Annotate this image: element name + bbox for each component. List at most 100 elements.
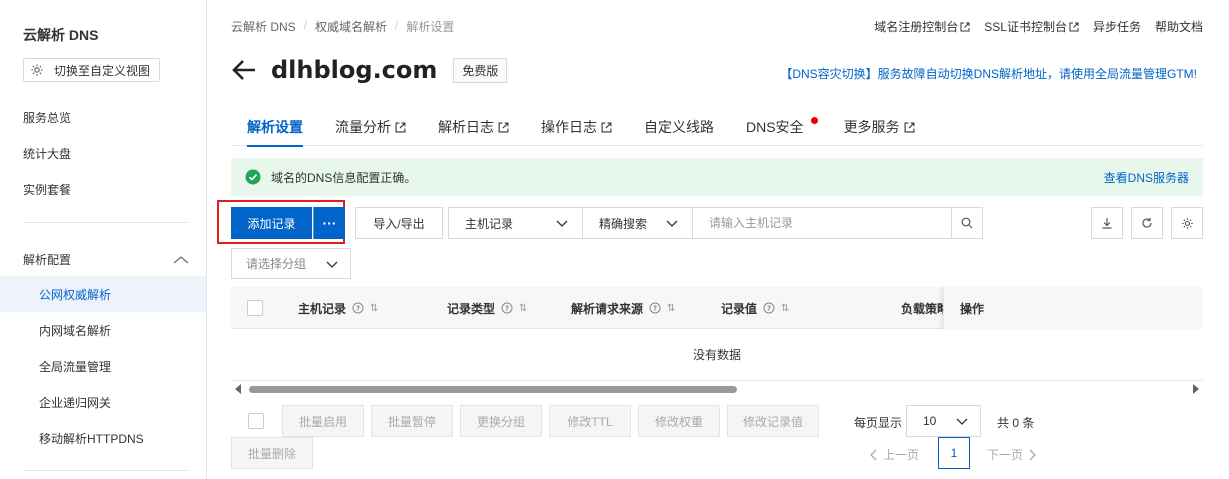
tab-traffic-analysis[interactable]: 流量分析 (319, 108, 422, 146)
sort-icon[interactable]: ⇅ (519, 303, 527, 314)
chevron-left-icon (870, 449, 877, 460)
back-arrow-icon[interactable] (231, 57, 257, 83)
sort-icon[interactable]: ⇅ (370, 303, 378, 314)
host-record-select[interactable]: 主机记录 (448, 207, 583, 239)
refresh-button[interactable] (1131, 207, 1163, 239)
link-async-tasks[interactable]: 异步任务 (1093, 18, 1141, 35)
scroll-thumb[interactable] (249, 386, 737, 393)
prev-label: 上一页 (883, 448, 920, 462)
select-value: 精确搜索 (599, 216, 648, 231)
search-button[interactable] (951, 207, 983, 239)
sidebar-divider (23, 222, 189, 223)
tab-operation-logs[interactable]: 操作日志 (525, 108, 628, 146)
download-button[interactable] (1091, 207, 1123, 239)
select-value: 主机记录 (465, 216, 514, 231)
main-content: 云解析 DNS / 权威域名解析 / 解析设置 域名注册控制台 SSL证书控制台… (217, 0, 1203, 479)
link-domain-console[interactable]: 域名注册控制台 (874, 18, 970, 35)
column-record-value[interactable]: 记录值 ? ⇅ (721, 287, 789, 329)
modify-ttl-button[interactable]: 修改TTL (549, 405, 631, 437)
link-help-docs[interactable]: 帮助文档 (1155, 18, 1203, 35)
batch-delete-button[interactable]: 批量删除 (231, 437, 313, 469)
more-actions-button[interactable]: ··· (313, 207, 345, 239)
search-input[interactable] (692, 207, 952, 239)
page-size-value: 10 (923, 414, 937, 428)
total-count: 共 0 条 (997, 416, 1035, 430)
sidebar-item-httpdns[interactable]: 移动解析HTTPDNS (0, 420, 206, 456)
help-icon[interactable]: ? (649, 302, 661, 314)
column-host-record[interactable]: 主机记录 ? ⇅ (298, 287, 378, 329)
group-select[interactable]: 请选择分组 (231, 248, 351, 279)
column-label: 负载策略 (901, 301, 943, 316)
svg-text:?: ? (767, 305, 771, 313)
sidebar-item-gtm[interactable]: 全局流量管理 (0, 348, 206, 384)
tab-label: 自定义线路 (644, 119, 714, 135)
sidebar-item-private-dns[interactable]: 内网域名解析 (0, 312, 206, 348)
gear-icon (31, 64, 43, 76)
change-group-button[interactable]: 更换分组 (460, 405, 542, 437)
tab-more-services[interactable]: 更多服务 (828, 108, 931, 146)
modify-weight-button[interactable]: 修改权重 (638, 405, 720, 437)
table-header: 主机记录 ? ⇅ 记录类型 ? ⇅ 解析请求来源 ? ⇅ 记录值 ? ⇅ 负载策… (231, 287, 1203, 329)
sort-icon[interactable]: ⇅ (781, 303, 789, 314)
next-page-button[interactable]: 下一页 (987, 446, 1037, 463)
help-icon[interactable]: ? (763, 302, 775, 314)
batch-select-checkbox[interactable] (248, 413, 264, 429)
tab-resolve-settings[interactable]: 解析设置 (231, 108, 319, 147)
settings-button[interactable] (1171, 207, 1203, 239)
tab-label: 操作日志 (541, 119, 597, 135)
search-icon (961, 217, 973, 229)
sidebar-item-recursive-gateway[interactable]: 企业递归网关 (0, 384, 206, 420)
modify-record-value-button[interactable]: 修改记录值 (727, 405, 819, 437)
match-mode-select[interactable]: 精确搜索 (582, 207, 693, 239)
sort-icon[interactable]: ⇅ (667, 303, 675, 314)
prev-page-button[interactable]: 上一页 (869, 446, 919, 463)
add-record-button[interactable]: 添加记录 (231, 207, 312, 239)
top-links: 域名注册控制台 SSL证书控制台 异步任务 帮助文档 (874, 18, 1203, 35)
external-link-icon (395, 122, 406, 132)
sidebar: 云解析 DNS 切换至自定义视图 服务总览 统计大盘 实例套餐 解析配置 公网权… (0, 0, 207, 479)
scroll-left-arrow[interactable] (235, 384, 241, 394)
tab-label: DNS安全 (746, 119, 804, 135)
sidebar-group-resolve-config[interactable]: 解析配置 (23, 251, 189, 268)
page-number-current[interactable]: 1 (938, 437, 970, 469)
sidebar-item-public-dns[interactable]: 公网权威解析 (0, 276, 206, 312)
column-label: 记录类型 (447, 301, 496, 316)
tab-custom-lines[interactable]: 自定义线路 (628, 108, 730, 146)
sidebar-item-dashboard[interactable]: 统计大盘 (23, 145, 71, 162)
check-circle-icon (245, 169, 261, 185)
gear-icon (1181, 217, 1193, 229)
tab-dns-security[interactable]: DNS安全 (730, 108, 828, 146)
external-link-icon (601, 122, 612, 132)
chevron-down-icon (956, 418, 968, 425)
batch-pause-button[interactable]: 批量暂停 (371, 405, 453, 437)
column-request-source[interactable]: 解析请求来源 ? ⇅ (571, 287, 675, 329)
help-icon[interactable]: ? (501, 302, 513, 314)
column-label: 主机记录 (298, 301, 347, 316)
breadcrumb-item[interactable]: 权威域名解析 (315, 18, 387, 35)
switch-view-button[interactable]: 切换至自定义视图 (23, 58, 160, 82)
tab-label: 流量分析 (335, 119, 391, 135)
chevron-down-icon (556, 220, 568, 227)
chevron-up-icon (173, 255, 189, 263)
sidebar-item-instances[interactable]: 实例套餐 (23, 181, 71, 198)
page-size-select[interactable]: 10 (906, 405, 981, 437)
view-dns-servers-link[interactable]: 查看DNS服务器 (1104, 169, 1189, 186)
scroll-right-arrow[interactable] (1193, 384, 1199, 394)
link-label: SSL证书控制台 (984, 20, 1067, 34)
import-export-button[interactable]: 导入/导出 (355, 207, 443, 239)
help-icon[interactable]: ? (352, 302, 364, 314)
link-ssl-console[interactable]: SSL证书控制台 (984, 18, 1079, 35)
sidebar-divider (23, 470, 189, 471)
breadcrumb-item[interactable]: 云解析 DNS (231, 18, 296, 35)
page-title: dlhblog.com (271, 56, 438, 84)
tab-resolve-logs[interactable]: 解析日志 (422, 108, 525, 146)
horizontal-scrollbar[interactable] (231, 382, 1203, 396)
external-link-icon (1069, 22, 1079, 31)
select-all-checkbox[interactable] (247, 300, 263, 316)
gtm-promo-link[interactable]: 【DNS容灾切换】服务故障自动切换DNS解析地址，请使用全局流量管理GTM! (780, 65, 1197, 82)
batch-enable-button[interactable]: 批量启用 (282, 405, 364, 437)
column-record-type[interactable]: 记录类型 ? ⇅ (447, 287, 527, 329)
external-link-icon (960, 22, 970, 31)
breadcrumb-separator: / (395, 18, 399, 32)
sidebar-item-overview[interactable]: 服务总览 (23, 109, 71, 126)
